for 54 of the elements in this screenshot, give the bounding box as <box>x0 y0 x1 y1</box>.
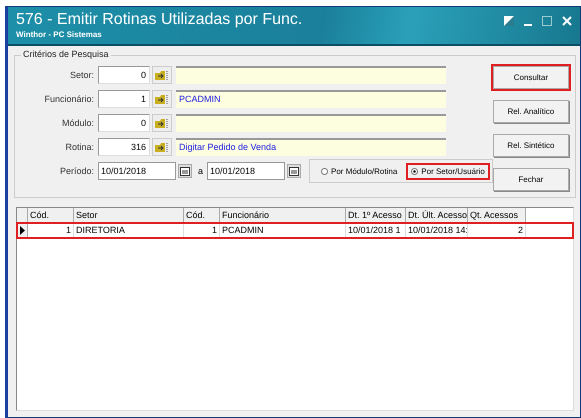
field-label: Período: <box>58 166 95 176</box>
range-separator: a <box>198 166 204 176</box>
folder-arrow-icon <box>155 94 169 104</box>
table-cell: 2 <box>468 223 526 238</box>
row-pointer-icon <box>20 226 24 235</box>
folder-arrow-icon <box>155 142 169 152</box>
calendar-icon <box>180 166 190 176</box>
code-field[interactable]: 0 <box>98 114 150 132</box>
column-header[interactable]: Dt. 1º Acesso <box>346 208 406 223</box>
window-subtitle: Winthor - PC Sistemas <box>16 30 103 39</box>
description-field: Digitar Pedido de Venda <box>176 138 446 156</box>
column-header[interactable]: Qt. Acessos <box>468 208 526 223</box>
close-icon[interactable] <box>562 16 572 26</box>
restore-icon[interactable] <box>504 16 514 26</box>
date-field[interactable]: 10/01/2018 <box>207 162 286 180</box>
code-field[interactable]: 1 <box>98 90 150 108</box>
table-cell: DIRETORIA <box>74 223 184 238</box>
description-field: PCADMIN <box>176 90 446 108</box>
lookup-button[interactable] <box>152 90 172 108</box>
lookup-button[interactable] <box>152 66 172 84</box>
calendar-button[interactable] <box>178 164 192 178</box>
code-field[interactable]: 0 <box>98 66 150 84</box>
table-cell: PCADMIN <box>220 223 346 238</box>
lookup-button[interactable] <box>152 114 172 132</box>
field-label: Módulo: <box>60 118 95 128</box>
date-field[interactable]: 10/01/2018 <box>98 162 176 180</box>
folder-arrow-icon <box>155 70 169 80</box>
field-label: Funcionário: <box>43 94 95 104</box>
table-cell: 1 <box>28 223 74 238</box>
maximize-icon[interactable] <box>542 16 552 26</box>
action-button[interactable]: Fechar <box>492 168 569 191</box>
field-label: Rotina: <box>64 142 95 152</box>
calendar-icon <box>289 166 300 176</box>
radio-option[interactable]: Por Setor/Usuário <box>406 162 490 180</box>
column-header[interactable]: Dt. Últ. Acesso <box>406 208 468 223</box>
field-label: Setor: <box>68 70 95 80</box>
code-field[interactable]: 316 <box>98 138 150 156</box>
table-row[interactable]: 1 DIRETORIA 1 PCADMIN 10/01/2018 1 10/01/2018 14: 2 <box>17 223 573 238</box>
action-button[interactable]: Consultar <box>492 66 569 89</box>
calendar-button[interactable] <box>287 164 302 178</box>
group-legend: Critérios de Pesquisa <box>21 49 111 59</box>
radio-option[interactable]: Por Módulo/Rotina <box>316 162 402 180</box>
column-header[interactable]: Cód. <box>28 208 74 223</box>
action-button[interactable]: Rel. Sintético <box>492 134 569 157</box>
action-button[interactable]: Rel. Analítico <box>492 100 569 123</box>
window-title: 576 - Emitir Rotinas Utilizadas por Func. <box>16 10 302 30</box>
table-cell: 10/01/2018 1 <box>346 223 406 238</box>
folder-arrow-icon <box>155 118 169 128</box>
table-cell: 10/01/2018 14: <box>406 223 468 238</box>
table-cell: 1 <box>184 223 220 238</box>
column-header[interactable]: Funcionário <box>220 208 346 223</box>
column-header[interactable]: Setor <box>74 208 184 223</box>
column-header[interactable]: Cód. <box>184 208 220 223</box>
lookup-button[interactable] <box>152 138 172 156</box>
